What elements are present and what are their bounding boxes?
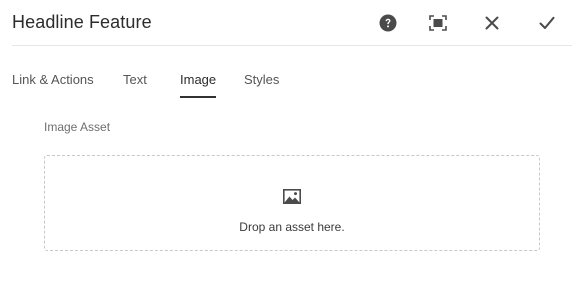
fullscreen-button[interactable] xyxy=(426,11,450,35)
dialog-header: Headline Feature xyxy=(0,0,582,46)
image-asset-label: Image Asset xyxy=(44,120,111,134)
tab-link-actions[interactable]: Link & Actions xyxy=(12,72,94,98)
close-button[interactable] xyxy=(480,11,504,35)
tab-label: Text xyxy=(123,72,147,87)
tab-label: Link & Actions xyxy=(12,72,94,87)
dialog-title: Headline Feature xyxy=(12,12,152,32)
tab-label: Image xyxy=(180,72,217,87)
image-icon xyxy=(283,189,301,204)
tab-label: Styles xyxy=(244,72,280,87)
help-button[interactable] xyxy=(376,11,400,35)
help-icon xyxy=(379,14,397,32)
done-button[interactable] xyxy=(535,11,559,35)
tab-text[interactable]: Text xyxy=(123,72,147,98)
checkmark-icon xyxy=(539,16,555,29)
dropzone-text: Drop an asset here. xyxy=(239,220,345,234)
tab-styles[interactable]: Styles xyxy=(244,72,279,98)
fullscreen-icon xyxy=(429,15,447,31)
asset-dropzone[interactable]: Drop an asset here. xyxy=(44,155,540,251)
active-tab-indicator xyxy=(180,96,217,98)
tab-image[interactable]: Image xyxy=(180,72,217,98)
close-icon xyxy=(485,16,499,30)
header-divider xyxy=(12,45,572,46)
dialog: Headline Feature Link & Actions Text Ima… xyxy=(0,0,582,307)
